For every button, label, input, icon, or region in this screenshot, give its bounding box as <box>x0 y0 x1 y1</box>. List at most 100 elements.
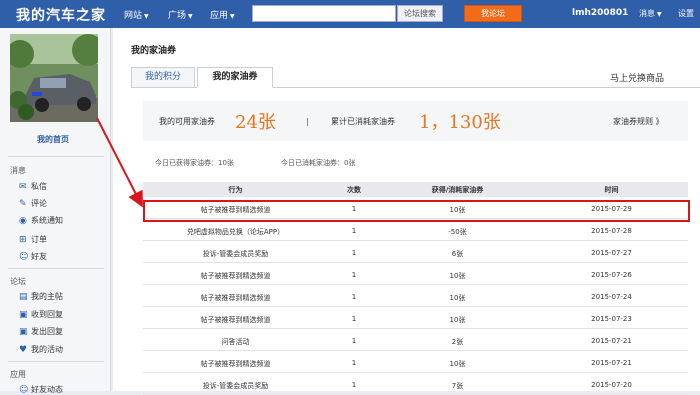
nav-website[interactable]: 网站 ▼ <box>124 8 149 21</box>
column-header-count: 次数 <box>347 186 361 194</box>
site-logo[interactable]: 我的汽车之家 <box>16 5 106 25</box>
available-label: 我的可用家油券 <box>159 117 215 126</box>
sidebar-item-system-notice[interactable]: ◉ 系统通知 <box>19 215 63 226</box>
summary-divider: | <box>306 117 309 126</box>
cell-time: 2015-07-27 <box>591 249 632 257</box>
cell-action: 问答活动 <box>221 338 250 346</box>
section-title-forum: 论坛 <box>10 277 26 286</box>
chevron-down-icon: ▼ <box>657 11 662 18</box>
table-row: 帖子被推荐到精选频道 1 10张 2015-07-26 <box>143 264 688 285</box>
column-header-time: 时间 <box>604 186 619 194</box>
cell-count: 1 <box>351 359 357 367</box>
sidebar-item-friends[interactable]: ☺ 好友 <box>19 251 47 262</box>
cell-action: 投诉-管委会成员奖励 <box>202 382 269 390</box>
chevron-down-icon: ▼ <box>144 13 149 20</box>
sidebar-item-friend-activity[interactable]: ☺ 好友动态 <box>19 384 63 395</box>
cell-time: 2015-07-28 <box>591 227 632 235</box>
section-title-apps: 应用 <box>10 370 26 379</box>
today-earned: 今日已获得家油券：10张 <box>155 159 234 167</box>
sidebar-item-orders[interactable]: ⊞ 订单 <box>19 234 47 245</box>
table-row: 帖子被推荐到精选频道 1 10张 2015-07-23 <box>143 308 688 329</box>
cell-count: 1 <box>351 293 357 301</box>
cell-count: 1 <box>351 315 357 323</box>
cell-coupons: 7张 <box>451 382 464 390</box>
section-title-messages: 消息 <box>10 166 26 175</box>
tab-my-points[interactable]: 我的积分 <box>131 67 195 88</box>
post-icon: ▤ <box>19 292 28 302</box>
today-consumed: 今日已消耗家油券：0张 <box>281 159 356 167</box>
sidebar-item-received-replies[interactable]: ▣ 收到回复 <box>19 309 63 320</box>
sidebar-item-comments[interactable]: ✎ 评论 <box>19 198 47 209</box>
cell-coupons: 10张 <box>449 272 466 280</box>
column-header-coupons: 获得/消耗家油券 <box>431 186 484 194</box>
sidebar-item-sent-replies[interactable]: ▣ 发出回复 <box>19 326 63 337</box>
table-row: 问答活动 1 2张 2015-07-21 <box>143 330 688 351</box>
cell-action: 帖子被推荐到精选频道 <box>200 294 271 302</box>
cell-count: 1 <box>351 381 357 389</box>
search-input[interactable] <box>252 5 396 22</box>
table-row: 兑吧虚拟物品兑换（论坛APP） 1 -50张 2015-07-28 <box>143 220 688 241</box>
cell-count: 1 <box>351 271 357 279</box>
send-reply-icon: ▣ <box>19 327 28 337</box>
consumed-value: 1，130张 <box>419 112 501 133</box>
coupon-summary: 我的可用家油券 24张 | 累计已消耗家油券 1，130张 家油券规则 》 <box>143 101 688 141</box>
username-link[interactable]: lmh200801 <box>572 8 628 18</box>
consumed-label: 累计已消耗家油券 <box>331 117 395 126</box>
cell-time: 2015-07-20 <box>591 381 632 389</box>
heart-icon: ♥ <box>19 345 28 355</box>
available-value: 24张 <box>235 112 276 133</box>
cell-coupons: 10张 <box>449 316 466 324</box>
avatar[interactable] <box>10 34 98 122</box>
tab-my-oil-coupons[interactable]: 我的家油券 <box>197 67 273 88</box>
reply-icon: ▣ <box>19 310 28 320</box>
highlight-box <box>143 200 690 222</box>
column-header-action: 行为 <box>228 186 243 194</box>
cell-count: 1 <box>351 249 357 257</box>
cell-action: 帖子被推荐到精选频道 <box>200 272 271 280</box>
sidebar-item-private-messages[interactable]: ✉ 私信 <box>19 181 47 192</box>
cell-count: 1 <box>351 337 357 345</box>
sidebar: 我的首页 消息 ✉ 私信 ✎ 评论 ◉ 系统通知 ⊞ 订单 ☺ 好友 论坛 ▤ 我的主帖 ▣… <box>0 28 111 395</box>
page-title: 我的家油券 <box>131 46 177 56</box>
cart-icon: ⊞ <box>19 235 27 245</box>
cell-action: 投诉-管委会成员奖励 <box>202 250 269 258</box>
coupon-rules-link[interactable]: 家油券规则 》 <box>613 116 664 127</box>
top-navigation-bar: 我的汽车之家 网站 ▼ 广场 ▼ 应用 ▼ 论坛搜索 我论坛 lmh200801 消息… <box>0 0 700 28</box>
cell-coupons: 2张 <box>451 338 464 346</box>
cell-time: 2015-07-24 <box>591 293 632 301</box>
nav-square[interactable]: 广场 ▼ <box>168 8 193 21</box>
cell-time: 2015-07-23 <box>591 315 632 323</box>
cell-coupons: 6张 <box>451 250 464 258</box>
friend-activity-icon: ☺ <box>19 385 29 395</box>
table-header: 行为 次数 获得/消耗家油券 时间 <box>143 182 688 197</box>
cell-time: 2015-07-21 <box>591 359 632 367</box>
redeem-goods-link[interactable]: 马上兑换商品 <box>610 71 664 84</box>
cell-action: 帖子被推荐到精选频道 <box>200 360 271 368</box>
notification-icon: ◉ <box>19 216 27 226</box>
divider <box>8 361 104 362</box>
table-row: 投诉-管委会成员奖励 1 6张 2015-07-27 <box>143 242 688 263</box>
messages-menu[interactable]: 消息 ▼ <box>639 8 662 19</box>
sidebar-item-my-posts[interactable]: ▤ 我的主帖 <box>19 291 63 302</box>
cell-action: 帖子被推荐到精选频道 <box>200 316 271 324</box>
nav-apps[interactable]: 应用 ▼ <box>210 8 235 21</box>
cell-count: 1 <box>351 227 357 235</box>
settings-link[interactable]: 设置 <box>678 8 694 19</box>
table-row: 帖子被推荐到精选频道 1 10张 2015-07-24 <box>143 286 688 307</box>
chevron-down-icon: ▼ <box>230 13 235 20</box>
cell-coupons: 10张 <box>449 294 466 302</box>
edit-icon: ✎ <box>19 199 27 209</box>
mail-icon: ✉ <box>19 182 27 192</box>
forum-search-button[interactable]: 论坛搜索 <box>397 5 443 22</box>
my-forum-button[interactable]: 我论坛 <box>464 5 522 22</box>
friend-icon: ☺ <box>19 252 29 262</box>
divider <box>8 268 104 269</box>
divider <box>8 156 104 157</box>
my-homepage-link[interactable]: 我的首页 <box>0 134 106 145</box>
table-row: 投诉-管委会成员奖励 1 7张 2015-07-20 <box>143 374 688 395</box>
chevron-down-icon: ▼ <box>188 13 193 20</box>
sidebar-item-my-activities[interactable]: ♥ 我的活动 <box>19 344 63 355</box>
cell-time: 2015-07-26 <box>591 271 632 279</box>
cell-coupons: -50张 <box>448 228 467 236</box>
table-row: 帖子被推荐到精选频道 1 10张 2015-07-21 <box>143 352 688 373</box>
